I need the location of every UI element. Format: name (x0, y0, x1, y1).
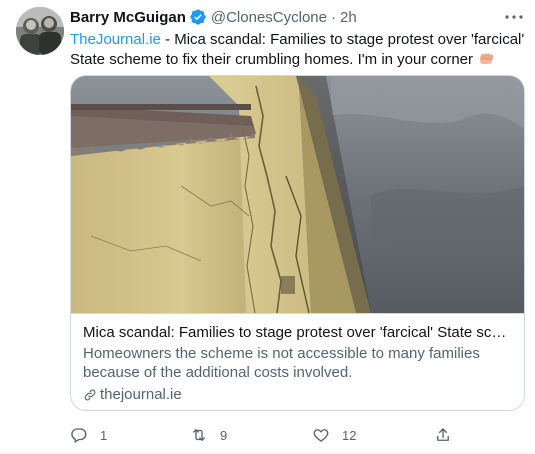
heart-icon (313, 429, 329, 442)
house-wall-photo (71, 76, 524, 313)
reply-button[interactable]: 1 (70, 426, 107, 444)
tweet[interactable]: Barry McGuigan @ClonesCyclone · 2h TheJo… (0, 0, 535, 454)
tweet-timestamp[interactable]: 2h (340, 9, 357, 26)
card-domain-row: thejournal.ie (83, 385, 514, 404)
reply-count: 1 (100, 427, 108, 443)
avatar-photo (16, 7, 64, 55)
link-icon (84, 389, 96, 400)
retweet-count: 9 (220, 427, 228, 443)
link-card[interactable]: Mica scandal: Families to stage protest … (70, 75, 525, 411)
card-body[interactable]: Mica scandal: Families to stage protest … (71, 313, 524, 410)
retweet-icon (193, 429, 205, 441)
card-title: Mica scandal: Families to stage protest … (83, 324, 514, 341)
like-count: 12 (342, 427, 357, 443)
share-button[interactable] (434, 426, 452, 444)
verified-badge-icon (189, 8, 207, 26)
tweet-text: TheJournal.ie - Mica scandal: Families t… (70, 30, 526, 70)
retweet-button[interactable]: 9 (190, 426, 227, 444)
more-options-icon[interactable] (500, 7, 528, 27)
author-name[interactable]: Barry McGuigan (70, 9, 186, 26)
tweet-actions: 1 9 12 (70, 426, 490, 446)
card-domain: thejournal.ie (100, 386, 182, 403)
card-image[interactable] (71, 76, 524, 313)
avatar[interactable] (16, 7, 64, 55)
card-description: Homeowners the scheme is not accessible … (83, 345, 480, 381)
author-handle[interactable]: @ClonesCyclone (211, 9, 327, 26)
like-button[interactable]: 12 (312, 426, 356, 444)
tweet-header: Barry McGuigan @ClonesCyclone · 2h (70, 7, 526, 27)
separator-dot: · (331, 8, 336, 26)
share-icon (437, 428, 449, 441)
reply-icon (71, 428, 87, 443)
fist-icon (479, 52, 495, 66)
tweet-link[interactable]: TheJournal.ie (70, 31, 161, 48)
